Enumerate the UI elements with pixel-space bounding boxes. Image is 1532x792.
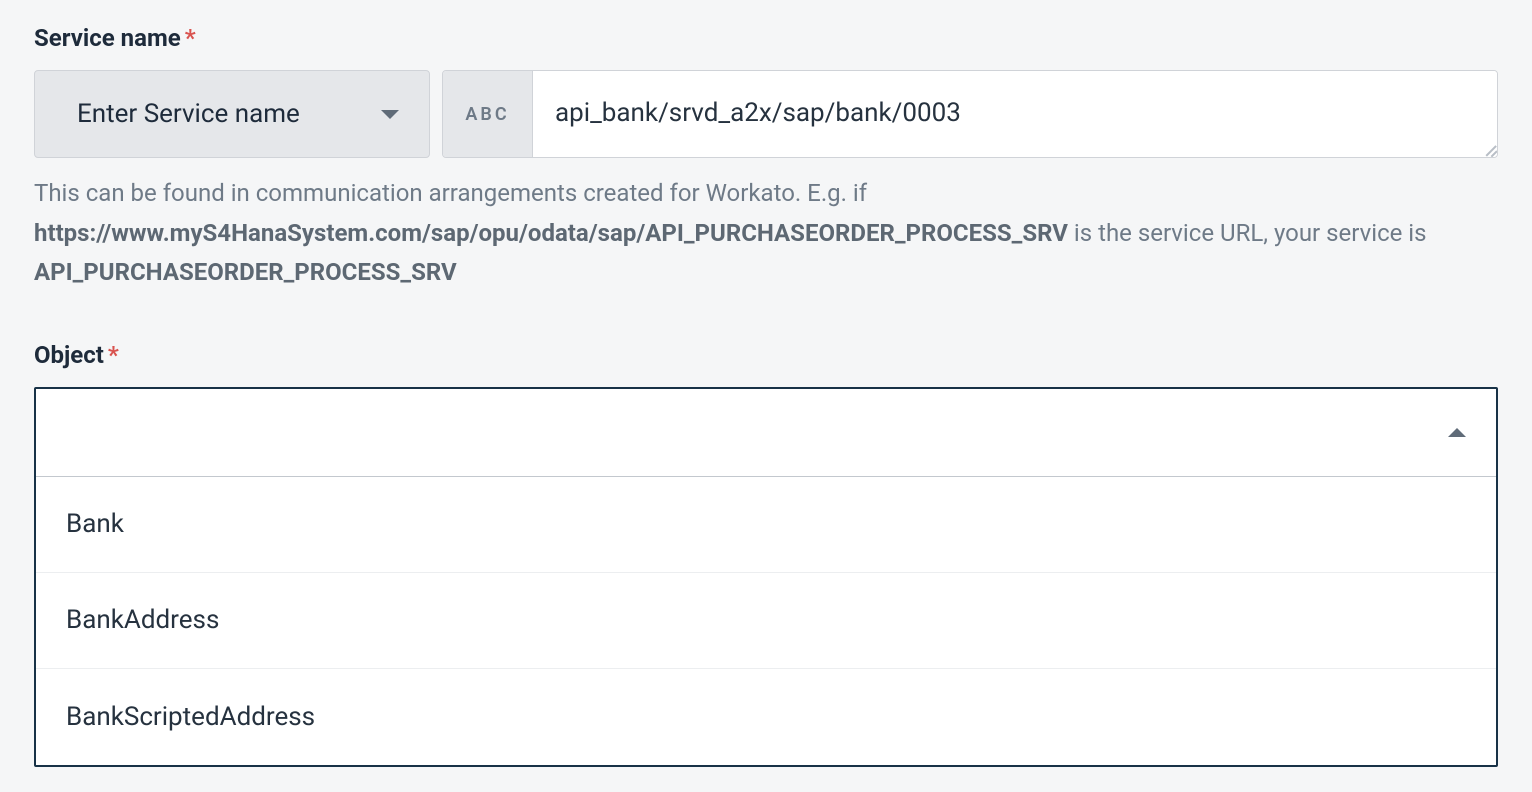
required-asterisk-icon: * <box>185 24 196 52</box>
object-option[interactable]: Bank <box>36 477 1496 573</box>
service-name-mode-text: Enter Service name <box>77 99 300 129</box>
object-label: Object* <box>34 341 1498 369</box>
service-name-label: Service name* <box>34 24 1498 52</box>
object-field: Object* Bank BankAddress BankScriptedAdd… <box>34 341 1498 767</box>
service-name-row: Enter Service name ABC <box>34 70 1498 158</box>
chevron-up-icon <box>1448 428 1466 437</box>
service-name-label-text: Service name <box>34 24 181 52</box>
hint-example-service: API_PURCHASEORDER_PROCESS_SRV <box>34 258 457 286</box>
service-name-field: Service name* Enter Service name ABC Thi… <box>34 24 1498 293</box>
hint-example-url: https://www.myS4HanaSystem.com/sap/opu/o… <box>34 219 1068 247</box>
input-type-prefix: ABC <box>443 71 533 157</box>
hint-text-pre: This can be found in communication arran… <box>34 179 867 207</box>
hint-text-mid: is the service URL, your service is <box>1068 219 1427 247</box>
object-dropdown[interactable]: Bank BankAddress BankScriptedAddress <box>34 387 1498 767</box>
object-selected-row[interactable] <box>36 389 1496 477</box>
object-option[interactable]: BankAddress <box>36 573 1496 669</box>
object-option[interactable]: BankScriptedAddress <box>36 669 1496 765</box>
service-name-mode-dropdown[interactable]: Enter Service name <box>34 70 430 158</box>
object-label-text: Object <box>34 341 104 369</box>
required-asterisk-icon: * <box>108 341 119 369</box>
chevron-down-icon <box>381 110 399 119</box>
service-name-hint: This can be found in communication arran… <box>34 174 1498 293</box>
service-name-input[interactable] <box>533 71 1497 157</box>
service-name-input-wrapper: ABC <box>442 70 1498 158</box>
